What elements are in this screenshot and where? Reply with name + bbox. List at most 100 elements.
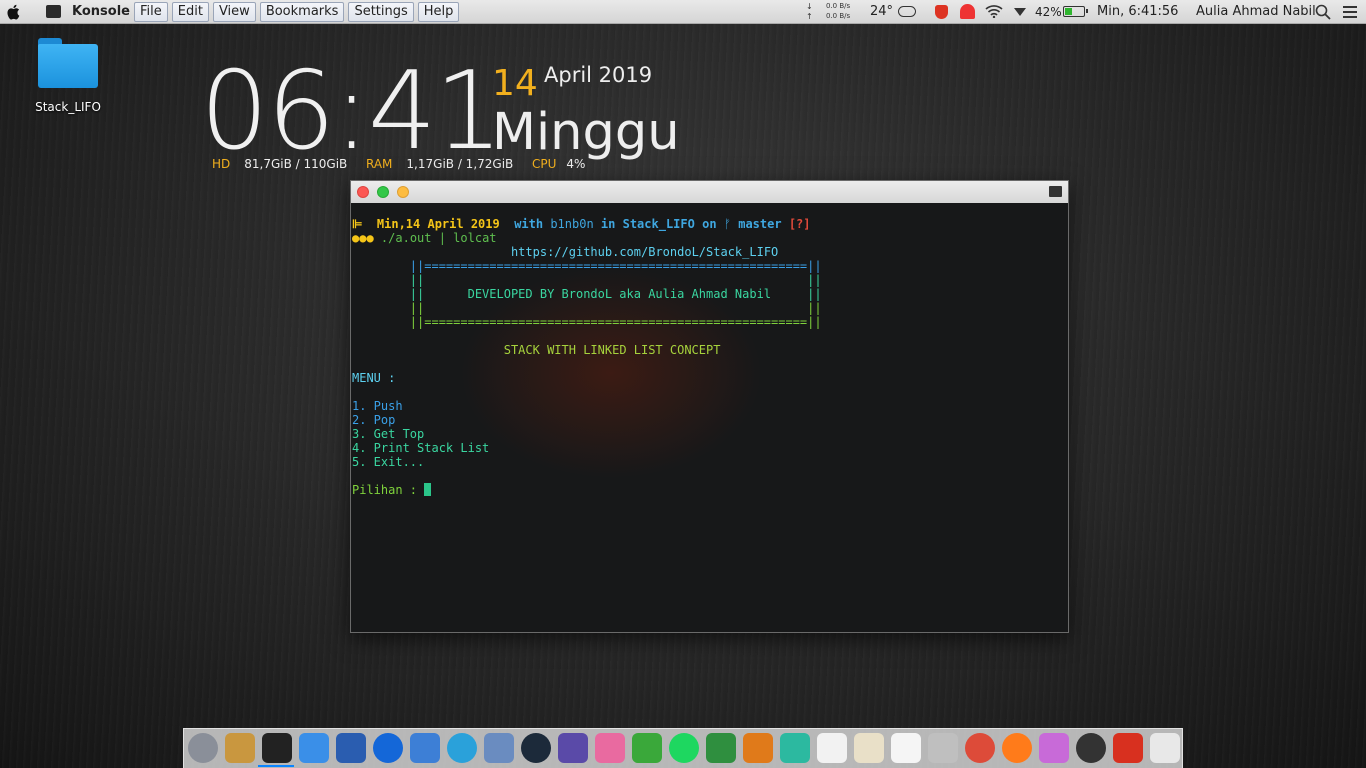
chrome-icon[interactable] <box>965 733 995 763</box>
prompt-on: on <box>702 217 717 231</box>
repo-url: https://github.com/BrondoL/Stack_LIFO <box>510 245 779 259</box>
window-titlebar[interactable] <box>351 181 1068 204</box>
dashboard-icon[interactable] <box>1076 733 1106 763</box>
banner-border-bottom: ||======================================… <box>352 315 1068 329</box>
menu-settings[interactable]: Settings <box>348 2 414 22</box>
menu-item-print: 4. Print Stack List <box>352 441 1068 455</box>
firefox-icon[interactable] <box>1002 733 1032 763</box>
desktop-folder-stack-lifo[interactable]: Stack_LIFO <box>30 36 106 114</box>
prompt-dots: ●●● <box>352 231 374 245</box>
net-down-value: 0.0 B/s <box>826 2 851 10</box>
terminal-output[interactable]: ⊫ Min,14 April 2019 with b1nb0n in Stack… <box>351 203 1068 632</box>
command-text: ./a.out | lolcat <box>380 231 497 245</box>
photos-icon[interactable] <box>1039 733 1069 763</box>
game-emulator-icon[interactable] <box>558 733 588 763</box>
mail-icon[interactable] <box>928 733 958 763</box>
konsole-window: ⊫ Min,14 April 2019 with b1nb0n in Stack… <box>350 180 1069 633</box>
input-line[interactable]: Pilihan : <box>352 483 1068 497</box>
steam-icon[interactable] <box>521 733 551 763</box>
cloud-icon[interactable] <box>898 6 916 17</box>
wifi-icon[interactable] <box>985 4 1003 18</box>
folder-pink-icon[interactable] <box>595 733 625 763</box>
arrow-app-icon[interactable] <box>891 733 921 763</box>
menu-option: 2. Pop <box>352 413 396 427</box>
menu-item-get-top: 3. Get Top <box>352 427 1068 441</box>
menu-edit[interactable]: Edit <box>171 2 209 22</box>
text-editor-icon[interactable] <box>854 733 884 763</box>
top-menu-bar: Konsole File Edit View Bookmarks Setting… <box>0 0 1366 24</box>
battery-percent: 42% <box>1035 5 1062 19</box>
terminal-menu-icon[interactable] <box>1049 186 1062 197</box>
banner-empty-line: || || <box>409 273 822 287</box>
minimize-button[interactable] <box>397 186 409 198</box>
system-preferences-icon[interactable] <box>188 733 218 763</box>
search-icon[interactable] <box>1315 4 1331 20</box>
apple-icon[interactable] <box>6 3 22 21</box>
menu-bookmarks[interactable]: Bookmarks <box>259 2 345 22</box>
cpu-stat: CPU 4% <box>532 157 585 171</box>
command-line: ●●● ./a.out | lolcat <box>352 231 1068 245</box>
banner-empty: || || <box>352 273 1068 287</box>
screen-recorder-icon[interactable] <box>1150 733 1180 763</box>
prompt-with: with <box>514 217 544 231</box>
zoom-button[interactable] <box>377 186 389 198</box>
menubar-clock[interactable]: Min, 6:41:56 <box>1097 4 1178 19</box>
hd-label: HD <box>212 157 231 171</box>
prompt-line: ⊫ Min,14 April 2019 with b1nb0n in Stack… <box>352 217 1068 231</box>
text-cursor <box>424 483 432 496</box>
package-icon[interactable] <box>225 733 255 763</box>
terminal-icon[interactable] <box>262 733 292 763</box>
ram-label: RAM <box>366 157 393 171</box>
net-up-value: 0.0 B/s <box>826 12 851 20</box>
prompt-icon: ⊫ <box>352 217 363 231</box>
teamviewer-icon[interactable] <box>373 733 403 763</box>
sublime-icon[interactable] <box>743 733 773 763</box>
menu-option: 1. Push <box>352 399 403 413</box>
download-icon[interactable] <box>632 733 662 763</box>
menu-view[interactable]: View <box>212 2 256 22</box>
banner-empty: || || <box>352 301 1068 315</box>
widget-day: 14 <box>492 63 538 104</box>
preview-icon[interactable] <box>484 733 514 763</box>
banner-dev: || DEVELOPED BY BrondoL aka Aulia Ahmad … <box>352 287 1068 301</box>
store-icon[interactable] <box>1113 733 1143 763</box>
close-button[interactable] <box>357 186 369 198</box>
app-grid-icon[interactable] <box>410 733 440 763</box>
xcode-icon[interactable] <box>706 733 736 763</box>
konsole-icon <box>46 5 61 18</box>
prompt-dir: Stack_LIFO <box>622 217 695 231</box>
mosaic-icon[interactable] <box>780 733 810 763</box>
menu-item-pop: 2. Pop <box>352 413 1068 427</box>
dropdown-triangle-icon[interactable] <box>1014 8 1026 16</box>
prompt-user: b1nb0n <box>550 217 594 231</box>
download-arrow-icon: ↓ <box>806 2 813 11</box>
app-menus: File Edit View Bookmarks Settings Help <box>134 2 460 22</box>
hd-stat: HD 81,7GiB / 110GiB <box>212 157 347 171</box>
ghost-icon[interactable] <box>960 4 975 19</box>
telegram-icon[interactable] <box>447 733 477 763</box>
banner-empty-line: || || <box>409 301 822 315</box>
app-name[interactable]: Konsole <box>72 4 130 19</box>
dock <box>183 728 1183 768</box>
temperature[interactable]: 24° <box>870 4 893 19</box>
cpu-label: CPU <box>532 157 557 171</box>
upload-arrow-icon: ↑ <box>806 12 813 21</box>
hd-value: 81,7GiB / 110GiB <box>244 157 348 171</box>
menu-option: 5. Exit... <box>352 455 425 469</box>
url-line: https://github.com/BrondoL/Stack_LIFO <box>352 245 1068 259</box>
notes-icon[interactable] <box>817 733 847 763</box>
desktop-icon-label: Stack_LIFO <box>35 100 101 114</box>
prompt-in: in <box>600 217 616 231</box>
notification-list-icon[interactable] <box>1343 6 1357 18</box>
developer-line: || DEVELOPED BY BrondoL aka Aulia Ahmad … <box>409 287 822 301</box>
shield-icon[interactable] <box>935 5 948 19</box>
prompt-date: Min,14 April 2019 <box>376 217 500 231</box>
menu-help[interactable]: Help <box>417 2 460 22</box>
menu-title-line: MENU : <box>352 371 1068 385</box>
battery-icon[interactable] <box>1063 6 1088 17</box>
word-icon[interactable] <box>336 733 366 763</box>
user-name[interactable]: Aulia Ahmad Nabil <box>1196 4 1316 19</box>
menu-file[interactable]: File <box>134 2 168 22</box>
finder-icon[interactable] <box>299 733 329 763</box>
spotify-icon[interactable] <box>669 733 699 763</box>
